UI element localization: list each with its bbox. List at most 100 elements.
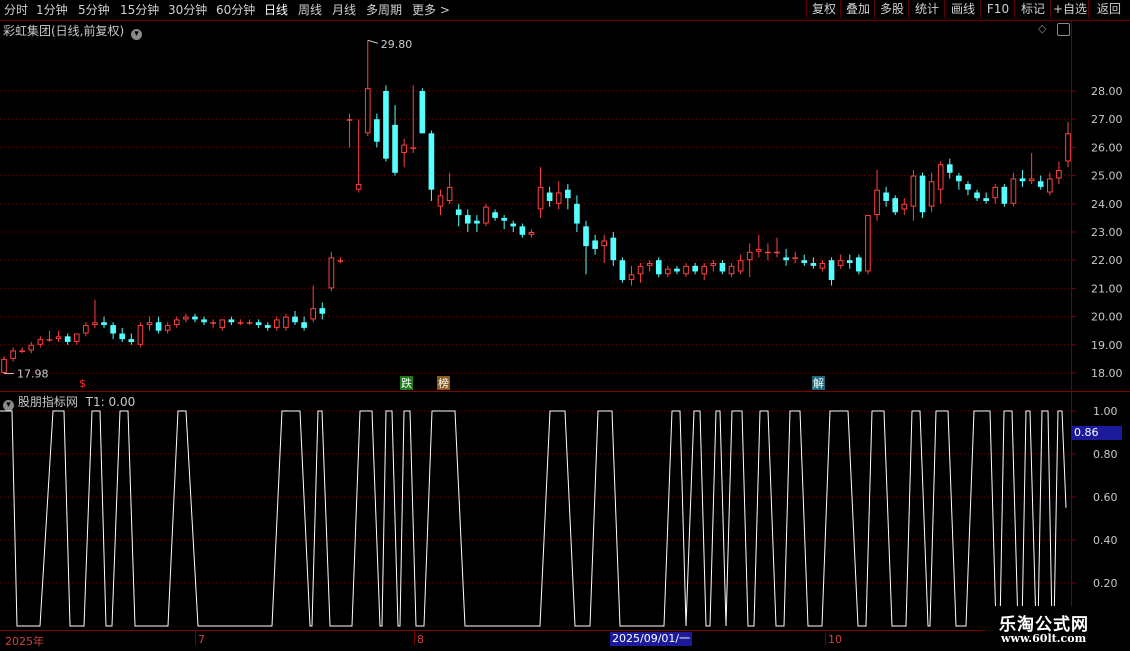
candle bbox=[1010, 172, 1017, 207]
candle bbox=[55, 330, 62, 342]
period-tab-monthly[interactable]: 月线 bbox=[332, 2, 356, 18]
date-label-oct: 10 bbox=[828, 633, 842, 646]
candle bbox=[146, 316, 153, 331]
candle bbox=[128, 333, 135, 345]
candle bbox=[528, 229, 535, 238]
date-label-year: 2025年 bbox=[5, 635, 44, 648]
period-tab-daily[interactable]: 日线 bbox=[264, 2, 288, 18]
indicator-tick-label: 0.60 bbox=[1093, 491, 1118, 504]
candle bbox=[46, 330, 53, 342]
candle bbox=[519, 223, 526, 238]
candle bbox=[1065, 122, 1071, 168]
candle bbox=[474, 215, 480, 232]
mark-button[interactable]: 标记 bbox=[1014, 0, 1051, 19]
candle bbox=[755, 234, 762, 258]
candle bbox=[792, 251, 798, 264]
svg-text:解: 解 bbox=[813, 376, 824, 390]
candle bbox=[692, 263, 698, 275]
period-tab-minute-time[interactable]: 分时 bbox=[4, 2, 28, 18]
candle bbox=[83, 322, 89, 337]
candle bbox=[728, 263, 735, 278]
candle bbox=[801, 254, 808, 266]
candle bbox=[710, 260, 717, 272]
candle bbox=[637, 263, 644, 283]
candle bbox=[655, 257, 662, 278]
date-axis: 2025年 7 8 2025/09/01/一 10 bbox=[0, 630, 1130, 651]
date-tick bbox=[195, 631, 196, 645]
candle bbox=[1037, 175, 1044, 190]
candle bbox=[683, 263, 689, 278]
low-price-label: 17.98 bbox=[17, 368, 49, 381]
candle bbox=[192, 313, 198, 323]
candle bbox=[983, 192, 989, 204]
event-tag: 跌 bbox=[400, 376, 413, 390]
period-tab-5min[interactable]: 5分钟 bbox=[78, 2, 110, 18]
price-tick-label: 24.00 bbox=[1091, 198, 1123, 211]
candle bbox=[274, 316, 280, 331]
candle bbox=[19, 347, 26, 354]
price-tick-label: 23.00 bbox=[1091, 226, 1123, 239]
period-tab-1min[interactable]: 1分钟 bbox=[36, 2, 68, 18]
candle bbox=[264, 322, 271, 331]
candle bbox=[137, 322, 144, 348]
period-tab-weekly[interactable]: 周线 bbox=[298, 2, 322, 18]
price-tick-label: 20.00 bbox=[1091, 311, 1123, 324]
candle bbox=[37, 336, 44, 348]
candle bbox=[565, 184, 571, 210]
candle bbox=[583, 220, 589, 275]
candle bbox=[737, 254, 744, 275]
candle bbox=[119, 327, 126, 342]
candle bbox=[946, 158, 953, 179]
candle bbox=[937, 161, 944, 204]
candle bbox=[437, 189, 444, 216]
period-tab-30min[interactable]: 30分钟 bbox=[168, 2, 207, 18]
candle bbox=[828, 257, 835, 286]
back-button[interactable]: 返回 bbox=[1088, 0, 1129, 19]
candle bbox=[901, 198, 908, 216]
panel-toggle-icon[interactable] bbox=[1057, 23, 1070, 36]
diamond-icon[interactable]: ◇ bbox=[1038, 22, 1046, 35]
date-tick bbox=[825, 631, 826, 645]
add-watchlist-button[interactable]: +自选 bbox=[1050, 0, 1089, 19]
candle bbox=[1028, 153, 1035, 185]
candle bbox=[810, 257, 817, 269]
overlay-button[interactable]: 叠加 bbox=[840, 0, 875, 19]
date-tick bbox=[414, 631, 415, 645]
draw-line-button[interactable]: 画线 bbox=[944, 0, 981, 19]
f10-button[interactable]: F10 bbox=[980, 0, 1015, 19]
indicator-line bbox=[0, 410, 1067, 627]
candle bbox=[610, 232, 617, 266]
candle bbox=[919, 172, 926, 218]
price-tick-label: 18.00 bbox=[1091, 367, 1123, 380]
fuquan-button[interactable]: 复权 bbox=[806, 0, 841, 19]
candle bbox=[1001, 184, 1008, 207]
candle bbox=[237, 319, 244, 326]
candle bbox=[64, 333, 71, 345]
candle bbox=[646, 260, 653, 272]
period-tab-more[interactable]: 更多 > bbox=[412, 2, 450, 18]
indicator-tick-label: 0.20 bbox=[1093, 577, 1118, 590]
candle bbox=[774, 237, 780, 258]
candle bbox=[464, 209, 471, 232]
period-tab-15min[interactable]: 15分钟 bbox=[120, 2, 159, 18]
statistics-button[interactable]: 统计 bbox=[908, 0, 945, 19]
period-tab-60min[interactable]: 60分钟 bbox=[216, 2, 255, 18]
candle bbox=[492, 209, 498, 221]
candle bbox=[155, 316, 162, 334]
event-tag: $ bbox=[79, 377, 86, 390]
candlestick-chart: 28.00 27.00 26.00 25.00 24.00 23.00 22.00 21.00… bbox=[0, 38, 1123, 390]
period-tab-multi[interactable]: 多周期 bbox=[366, 2, 402, 18]
candle bbox=[783, 248, 789, 266]
candle bbox=[28, 341, 35, 354]
candle bbox=[210, 319, 216, 328]
candle bbox=[601, 234, 608, 264]
candle bbox=[346, 113, 353, 148]
candle bbox=[1, 356, 7, 374]
date-label-aug: 8 bbox=[417, 633, 424, 646]
candle bbox=[328, 251, 335, 292]
multi-stock-button[interactable]: 多股 bbox=[874, 0, 909, 19]
candle bbox=[337, 257, 344, 264]
candle bbox=[765, 243, 771, 261]
candle bbox=[674, 265, 680, 275]
candle bbox=[874, 169, 880, 221]
